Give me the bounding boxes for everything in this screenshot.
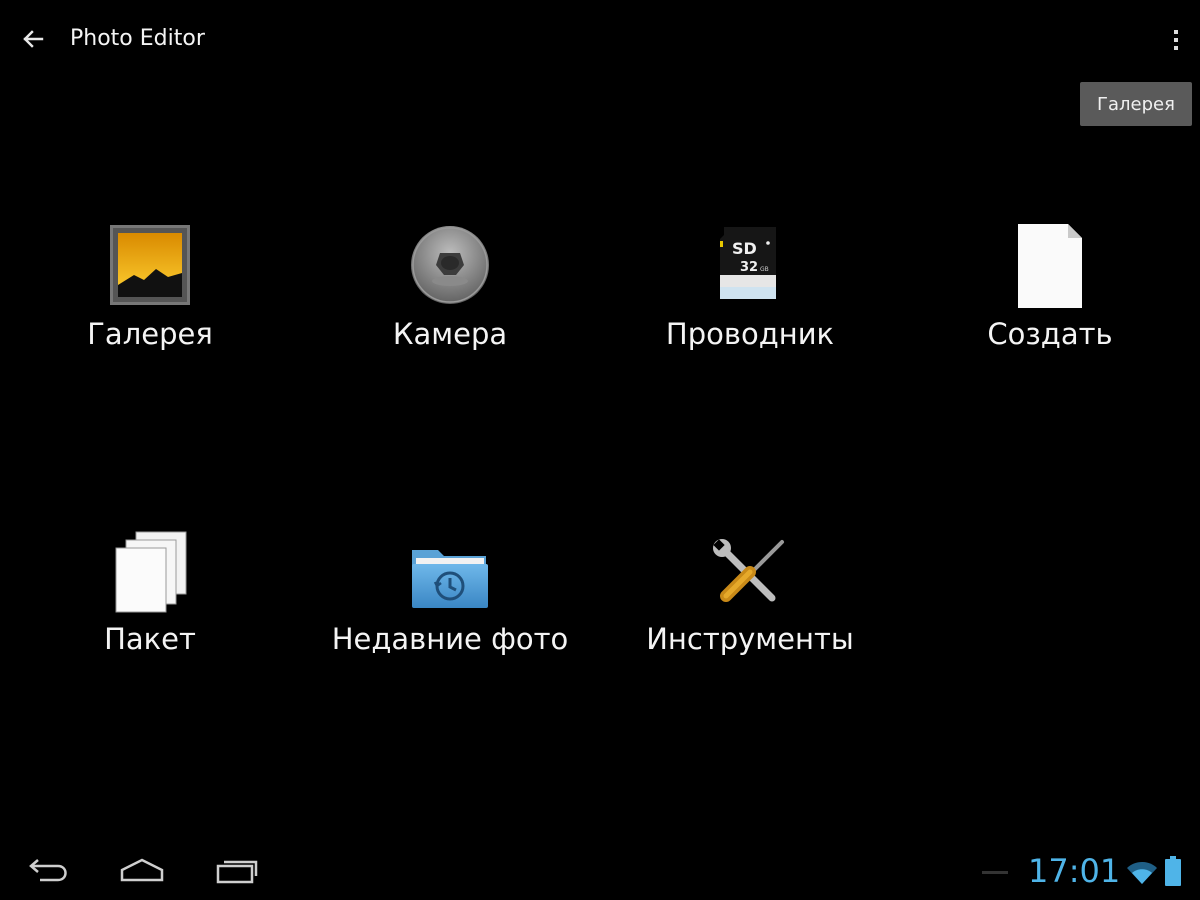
tile-tools[interactable]: Инструменты xyxy=(600,530,900,700)
tile-label: Проводник xyxy=(665,317,835,351)
nav-home-icon[interactable] xyxy=(112,850,172,890)
action-bar: Photo Editor xyxy=(0,0,1200,80)
recent-folder-icon xyxy=(300,530,600,620)
tile-batch[interactable]: Пакет xyxy=(0,530,300,700)
back-arrow-icon[interactable] xyxy=(18,24,48,54)
tile-label: Инструменты xyxy=(646,622,854,656)
tile-recent-photos[interactable]: Недавние фото xyxy=(300,530,600,700)
tile-create[interactable]: Создать xyxy=(900,224,1200,395)
overflow-menu-icon[interactable] xyxy=(1166,22,1186,58)
tile-camera[interactable]: Камера xyxy=(300,225,600,395)
tile-gallery[interactable]: Галерея xyxy=(0,225,300,395)
gallery-icon xyxy=(0,225,300,315)
navigation-bar xyxy=(0,840,1200,900)
tile-label: Камера xyxy=(392,317,508,351)
app-title: Photo Editor xyxy=(70,26,205,51)
status-divider xyxy=(982,871,1008,874)
sd-card-text: SD xyxy=(732,239,757,258)
tile-label: Пакет xyxy=(104,622,196,656)
sd-card-icon: SD 32 GB xyxy=(600,225,900,315)
camera-icon xyxy=(300,225,600,315)
tooltip: Галерея xyxy=(1080,82,1192,126)
sd-card-unit: GB xyxy=(760,266,769,273)
stacked-pages-icon xyxy=(0,530,300,620)
tools-icon xyxy=(600,530,900,620)
status-clock: 17:01 xyxy=(1028,852,1121,890)
sd-card-capacity: 32 xyxy=(740,260,758,275)
blank-document-icon xyxy=(900,224,1200,315)
nav-back-icon[interactable] xyxy=(18,850,78,890)
tile-label: Создать xyxy=(987,317,1113,351)
tile-label: Недавние фото xyxy=(331,622,569,656)
battery-icon xyxy=(1164,856,1182,888)
nav-recents-icon[interactable] xyxy=(206,850,266,890)
tile-label: Галерея xyxy=(87,317,213,351)
wifi-icon xyxy=(1126,860,1158,886)
tile-explorer[interactable]: SD 32 GB Проводник xyxy=(600,225,900,395)
